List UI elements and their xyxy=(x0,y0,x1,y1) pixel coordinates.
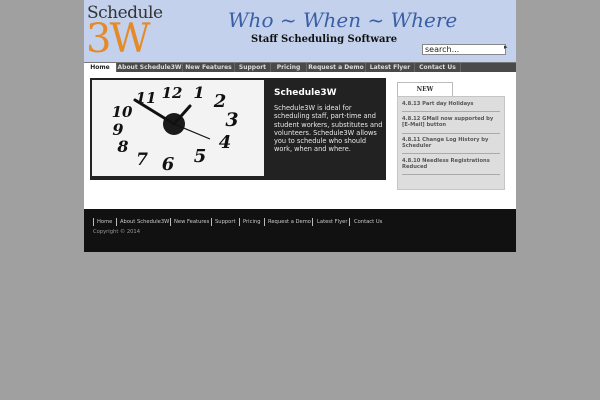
feature-title: Schedule3W xyxy=(274,88,337,98)
footer-separator xyxy=(312,218,313,226)
sidebar-divider xyxy=(402,174,500,175)
clock-number: 4 xyxy=(219,132,232,153)
clock-number: 5 xyxy=(194,146,207,167)
search-submit-icon[interactable]: ▸ xyxy=(504,43,508,51)
footer-separator xyxy=(239,218,240,226)
tagline: Who ~ When ~ Where xyxy=(228,8,458,32)
footer-link-request-demo[interactable]: Request a Demo xyxy=(268,219,311,225)
clock-number: 8 xyxy=(116,137,128,156)
copyright: Copyright © 2014 xyxy=(93,229,141,235)
subtagline: Staff Scheduling Software xyxy=(251,34,398,45)
clock-number: 2 xyxy=(213,91,227,112)
search-input[interactable] xyxy=(422,44,506,55)
footer-separator xyxy=(93,218,94,226)
footer-separator xyxy=(116,218,117,226)
footer-link-contact[interactable]: Contact Us xyxy=(354,219,382,225)
clock-image: 12 1 2 3 4 5 6 7 8 9 10 11 xyxy=(92,80,264,176)
footer-link-pricing[interactable]: Pricing xyxy=(243,219,261,225)
footer-link-home[interactable]: Home xyxy=(97,219,112,225)
footer-link-latest-flyer[interactable]: Latest Flyer xyxy=(317,219,348,225)
clock-number: 9 xyxy=(112,120,123,139)
sidebar-divider xyxy=(402,153,500,154)
footer-separator xyxy=(349,218,350,226)
clock-number: 11 xyxy=(136,89,157,107)
main-content: 12 1 2 3 4 5 6 7 8 9 10 11 Schedule3W Sc… xyxy=(84,72,516,209)
sidebar-divider xyxy=(402,133,500,134)
feature-description: Schedule3W is ideal for scheduling staff… xyxy=(274,104,383,154)
clock-number: 6 xyxy=(162,154,175,175)
footer-separator xyxy=(264,218,265,226)
footer-separator xyxy=(211,218,212,226)
new-features-sidebar: NEW FEATURES 4.8.13 Part day Holidays 4.… xyxy=(397,82,505,190)
sidebar-item-needless-registrations[interactable]: 4.8.10 Needless Registrations Reduced xyxy=(402,158,498,170)
footer: Home About Schedule3W New Features Suppo… xyxy=(84,209,516,252)
footer-link-support[interactable]: Support xyxy=(215,219,236,225)
footer-link-new-features[interactable]: New Features xyxy=(174,219,209,225)
sidebar-tab-new-features[interactable]: NEW FEATURES xyxy=(397,82,453,107)
clock-number: 12 xyxy=(162,84,183,102)
sidebar-item-part-day-holidays[interactable]: 4.8.13 Part day Holidays xyxy=(402,101,498,107)
logo-text-bottom[interactable]: 3W xyxy=(86,17,151,61)
sidebar-item-change-log[interactable]: 4.8.11 Change Log History by Scheduler xyxy=(402,137,498,149)
clock-graphic: 12 1 2 3 4 5 6 7 8 9 10 11 xyxy=(92,80,264,176)
feature-banner: 12 1 2 3 4 5 6 7 8 9 10 11 Schedule3W Sc… xyxy=(90,78,386,180)
sidebar-item-gmail-supported[interactable]: 4.8.12 GMail now supported by [E-Mail] b… xyxy=(402,116,498,128)
footer-link-about[interactable]: About Schedule3W xyxy=(120,219,169,225)
clock-number: 7 xyxy=(136,150,148,170)
clock-number: 10 xyxy=(112,103,133,121)
header: Schedule 3W Who ~ When ~ Where Staff Sch… xyxy=(84,0,516,62)
sidebar-list: 4.8.13 Part day Holidays 4.8.12 GMail no… xyxy=(397,96,505,190)
clock-number: 1 xyxy=(193,83,204,102)
page: Schedule 3W Who ~ When ~ Where Staff Sch… xyxy=(84,0,516,252)
clock-number: 3 xyxy=(225,109,238,131)
sidebar-divider xyxy=(402,111,500,112)
footer-separator xyxy=(170,218,171,226)
